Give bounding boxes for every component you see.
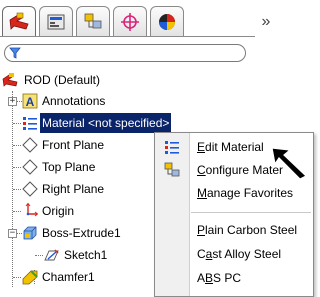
expand-toggle[interactable]: + bbox=[8, 97, 17, 106]
tree-connector bbox=[13, 189, 21, 190]
dimxpert-icon bbox=[121, 12, 139, 31]
tree-item-boss-extrude1[interactable]: − Boss-Extrude1 bbox=[0, 223, 150, 243]
sketch-icon bbox=[44, 247, 60, 263]
tree-item-label: Sketch1 bbox=[64, 248, 108, 262]
tab-property-manager[interactable] bbox=[39, 6, 73, 36]
tab-configuration-manager[interactable] bbox=[76, 6, 110, 36]
menu-item-cast-alloy-steel[interactable]: Cast Alloy Steel bbox=[155, 243, 313, 265]
chamfer-feature-icon bbox=[22, 269, 38, 285]
tab-feature-manager[interactable] bbox=[2, 6, 36, 36]
menu-item-label: Manage Favorites bbox=[197, 186, 294, 200]
tree-item-sketch1[interactable]: Sketch1 bbox=[0, 245, 150, 265]
display-manager-icon bbox=[159, 13, 175, 30]
menu-item-label: Edit Material bbox=[197, 140, 264, 154]
tree-item-chamfer1[interactable]: Chamfer1 bbox=[0, 267, 150, 287]
tree-item-material[interactable]: Material <not specified> bbox=[0, 113, 240, 133]
tree-connector bbox=[13, 145, 21, 146]
mouse-cursor-icon bbox=[270, 146, 310, 183]
tree-item-label: Annotations bbox=[42, 94, 106, 108]
tree-item-origin[interactable]: Origin bbox=[0, 201, 150, 221]
tree-item-label: Right Plane bbox=[42, 182, 105, 196]
menu-item-manage-favorites[interactable]: Manage Favorites bbox=[155, 182, 313, 204]
filter-icon bbox=[9, 47, 21, 62]
menu-item-plain-carbon-steel[interactable]: Plain Carbon Steel bbox=[155, 219, 313, 241]
menu-item-label: ABS PC bbox=[197, 271, 242, 285]
menu-separator bbox=[191, 212, 311, 213]
extrude-feature-icon bbox=[22, 225, 38, 241]
part-icon bbox=[2, 72, 18, 88]
tree-item-label: Front Plane bbox=[42, 138, 105, 152]
tree-root-label: ROD (Default) bbox=[24, 73, 101, 87]
configuration-manager-icon bbox=[84, 13, 102, 28]
tree-item-top-plane[interactable]: Top Plane bbox=[0, 157, 150, 177]
menu-item-label: Plain Carbon Steel bbox=[197, 223, 298, 237]
tree-connector bbox=[13, 277, 21, 278]
tree-connector bbox=[13, 167, 21, 168]
tree-item-annotations[interactable]: + A Annotations bbox=[0, 91, 240, 111]
tree-root-item[interactable]: ROD (Default) bbox=[2, 70, 242, 90]
tab-dimxpert-manager[interactable] bbox=[113, 6, 147, 36]
tree-item-label: Origin bbox=[42, 204, 75, 218]
tree-connector bbox=[13, 211, 21, 212]
tree-connector bbox=[13, 123, 21, 124]
plane-icon bbox=[22, 181, 38, 197]
tree-item-right-plane[interactable]: Right Plane bbox=[0, 179, 150, 199]
tree-item-label: Chamfer1 bbox=[42, 270, 95, 284]
tab-divider bbox=[0, 36, 255, 37]
material-icon bbox=[22, 115, 38, 131]
tree-connector bbox=[35, 255, 43, 256]
origin-icon bbox=[22, 202, 39, 219]
property-manager-icon bbox=[47, 14, 65, 29]
tree-item-label: Boss-Extrude1 bbox=[42, 226, 121, 240]
menu-item-abs-pc[interactable]: ABS PC bbox=[155, 267, 313, 289]
manager-tab-bar: » bbox=[0, 0, 314, 42]
annotations-icon: A bbox=[22, 93, 38, 109]
tree-item-front-plane[interactable]: Front Plane bbox=[0, 135, 150, 155]
tab-display-manager[interactable] bbox=[150, 6, 184, 36]
collapse-toggle[interactable]: − bbox=[8, 229, 17, 238]
tree-item-label: Top Plane bbox=[42, 160, 96, 174]
plane-icon bbox=[22, 137, 38, 153]
tree-filter-input[interactable] bbox=[4, 44, 246, 62]
tree-item-label-selected: Material <not specified> bbox=[40, 113, 172, 133]
tabs-overflow-button[interactable]: » bbox=[256, 12, 276, 32]
menu-item-label: Cast Alloy Steel bbox=[197, 247, 282, 261]
plane-icon bbox=[22, 159, 38, 175]
feature-manager-icon bbox=[9, 12, 29, 30]
svg-text:A: A bbox=[26, 95, 35, 109]
